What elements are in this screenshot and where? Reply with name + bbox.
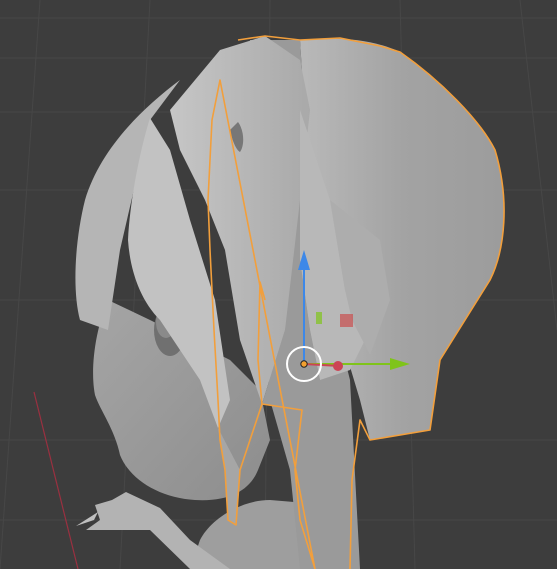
gizmo-plane-xz-handle[interactable]	[340, 314, 353, 327]
viewport-canvas[interactable]	[0, 0, 557, 569]
gizmo-y-handle[interactable]	[333, 361, 343, 371]
object-origin-dot	[300, 360, 308, 368]
x-axis-line	[33, 391, 79, 569]
gizmo-plane-yz-handle[interactable]	[316, 312, 322, 324]
3d-viewport[interactable]: perspective	[0, 0, 557, 569]
